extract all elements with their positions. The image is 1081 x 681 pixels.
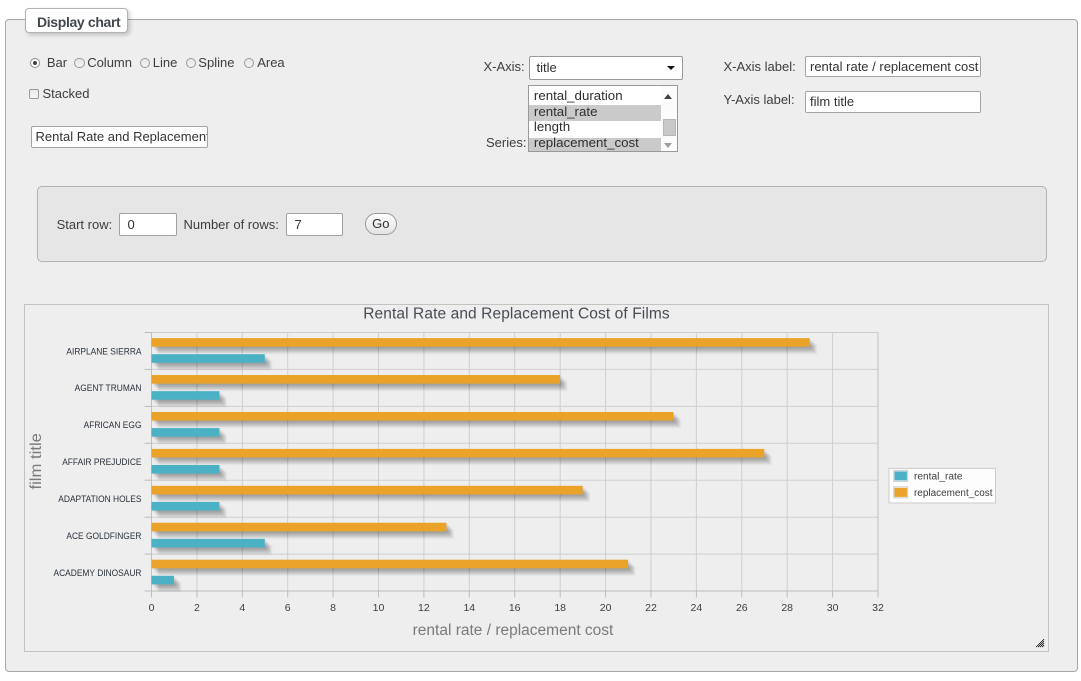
svg-text:ADAPTATION HOLES: ADAPTATION HOLES: [58, 494, 141, 504]
svg-text:AGENT TRUMAN: AGENT TRUMAN: [75, 383, 142, 393]
svg-text:22: 22: [645, 602, 657, 614]
svg-text:16: 16: [509, 602, 521, 614]
svg-text:20: 20: [600, 602, 612, 614]
svg-text:30: 30: [827, 602, 839, 614]
svg-text:2: 2: [194, 602, 200, 614]
svg-text:6: 6: [285, 602, 291, 614]
svg-text:8: 8: [330, 602, 336, 614]
svg-text:Rental Rate and Replacement Co: Rental Rate and Replacement Cost of Film…: [363, 306, 670, 323]
svg-text:26: 26: [736, 602, 748, 614]
svg-text:18: 18: [554, 602, 566, 614]
svg-text:AIRPLANE SIERRA: AIRPLANE SIERRA: [66, 346, 141, 356]
svg-text:replacement_cost: replacement_cost: [914, 488, 993, 499]
svg-text:rental rate / replacement cost: rental rate / replacement cost: [413, 622, 614, 639]
svg-text:ACADEMY DINOSAUR: ACADEMY DINOSAUR: [54, 568, 142, 578]
svg-text:10: 10: [373, 602, 385, 614]
svg-text:32: 32: [872, 602, 884, 614]
svg-text:film title: film title: [28, 433, 45, 490]
svg-text:AFFAIR PREJUDICE: AFFAIR PREJUDICE: [62, 457, 141, 467]
svg-text:28: 28: [781, 602, 793, 614]
svg-text:AFRICAN EGG: AFRICAN EGG: [84, 420, 142, 430]
svg-text:ACE GOLDFINGER: ACE GOLDFINGER: [66, 531, 142, 541]
svg-text:12: 12: [418, 602, 430, 614]
svg-text:rental_rate: rental_rate: [914, 471, 963, 482]
svg-text:4: 4: [239, 602, 245, 614]
svg-text:24: 24: [691, 602, 703, 614]
svg-text:0: 0: [149, 602, 155, 614]
svg-text:14: 14: [463, 602, 475, 614]
